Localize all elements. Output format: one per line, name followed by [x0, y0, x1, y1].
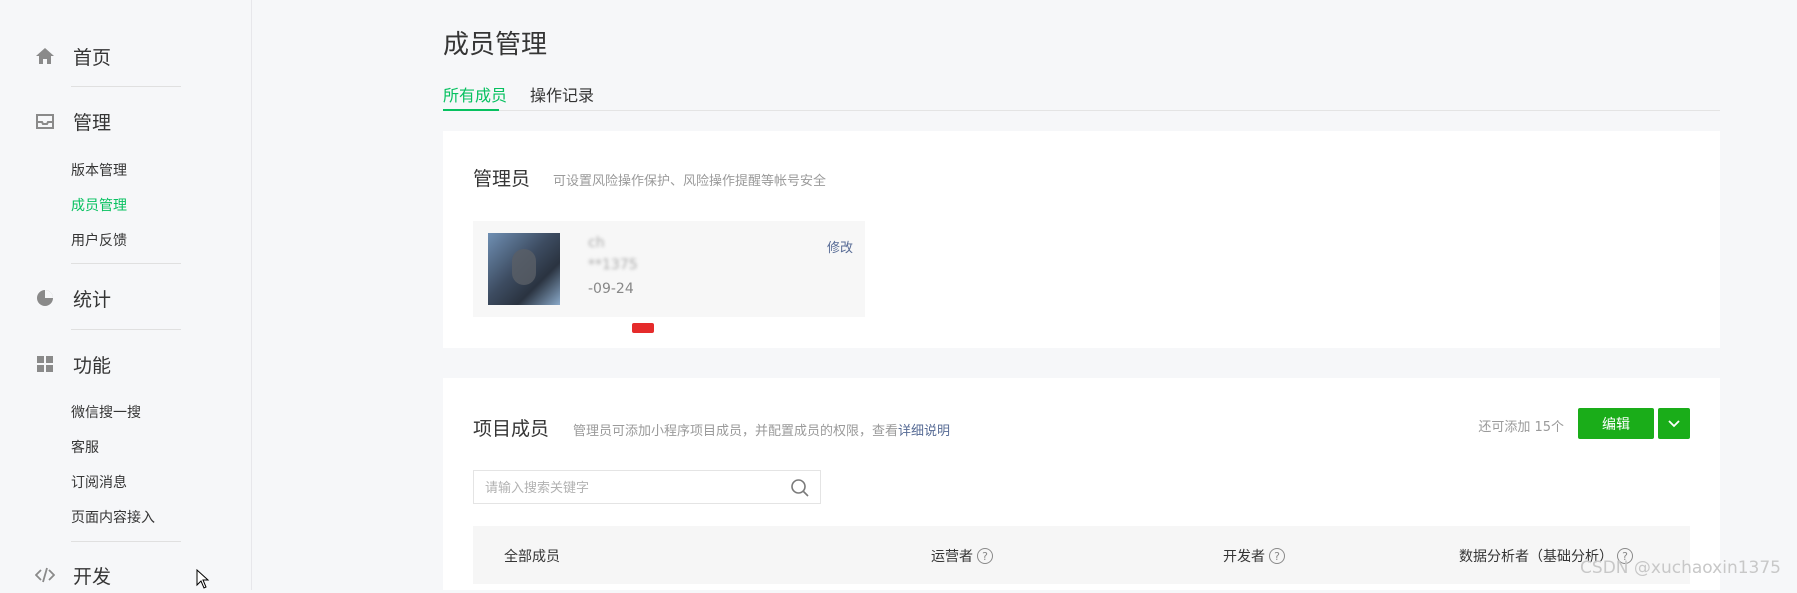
sidebar-item-members[interactable]: 成员管理 [71, 195, 127, 215]
inbox-icon [35, 111, 55, 131]
watermark: CSDN @xuchaoxin1375 [1580, 558, 1781, 578]
admin-info: ch **1375 -09-24 修改 [473, 221, 865, 317]
pie-chart-icon [35, 288, 55, 308]
divider [71, 86, 181, 87]
page-title: 成员管理 [443, 30, 548, 60]
members-heading: 项目成员 [473, 418, 550, 440]
column-label: 全部成员 [504, 549, 560, 565]
divider [71, 263, 181, 264]
admin-wechat-id: **1375 [588, 257, 638, 273]
sidebar-item-manage[interactable]: 管理 [35, 107, 111, 135]
sidebar-item-customer-service[interactable]: 客服 [71, 437, 99, 457]
edit-button[interactable]: 编辑 [1578, 408, 1654, 439]
column-label: 开发者 [1223, 549, 1265, 565]
search-icon[interactable] [790, 478, 810, 498]
column-all-members[interactable]: 全部成员 [504, 546, 560, 566]
sidebar-item-feedback[interactable]: 用户反馈 [71, 230, 127, 250]
admin-edit-link[interactable]: 修改 [827, 237, 853, 256]
tab-all-members[interactable]: 所有成员 [443, 82, 507, 106]
admin-heading: 管理员 [473, 168, 531, 190]
code-icon [35, 565, 55, 585]
column-operator: 运营者? [931, 546, 993, 566]
sidebar-item-home[interactable]: 首页 [35, 42, 111, 70]
sidebar-item-stats[interactable]: 统计 [35, 284, 111, 312]
details-link[interactable]: 详细说明 [898, 424, 950, 439]
sidebar-item-wechat-search[interactable]: 微信搜一搜 [71, 402, 141, 422]
sidebar-item-subscribe[interactable]: 订阅消息 [71, 472, 127, 492]
sidebar-item-label: 管理 [73, 111, 112, 134]
table-header: 全部成员 运营者? 开发者? 数据分析者（基础分析）? [473, 526, 1690, 584]
avatar [488, 233, 560, 305]
divider [71, 541, 181, 542]
sidebar-item-dev[interactable]: 开发 [35, 561, 111, 589]
column-developer: 开发者? [1223, 546, 1285, 566]
active-tab-indicator [443, 109, 499, 111]
sidebar-item-features[interactable]: 功能 [35, 350, 111, 378]
members-description-text: 管理员可添加小程序项目成员，并配置成员的权限，查看 [573, 424, 899, 439]
help-icon[interactable]: ? [1269, 548, 1285, 564]
search-input[interactable] [474, 471, 787, 505]
divider [71, 329, 181, 330]
admin-date: -09-24 [588, 281, 634, 297]
avatar-face [512, 249, 536, 285]
sidebar-item-label: 首页 [73, 46, 112, 69]
search-field[interactable] [473, 470, 821, 505]
column-label: 运营者 [931, 549, 973, 565]
chevron-down-icon [1668, 419, 1680, 427]
sidebar: 首页 管理 版本管理 成员管理 用户反馈 统计 功能 微信搜一搜 客服 订阅消息… [0, 0, 252, 590]
grid-icon [35, 354, 55, 374]
home-icon [35, 46, 55, 66]
sidebar-item-page-content[interactable]: 页面内容接入 [71, 507, 155, 527]
members-description: 管理员可添加小程序项目成员，并配置成员的权限，查看详细说明 [573, 420, 950, 439]
members-card: 项目成员 管理员可添加小程序项目成员，并配置成员的权限，查看详细说明 还可添加 … [443, 378, 1720, 590]
admin-description: 可设置风险操作保护、风险操作提醒等帐号安全 [553, 174, 827, 189]
admin-name: ch [588, 235, 605, 251]
tab-operation-log[interactable]: 操作记录 [530, 82, 594, 106]
mouse-cursor-icon [196, 568, 210, 593]
sidebar-item-label: 开发 [73, 565, 112, 588]
help-icon[interactable]: ? [977, 548, 993, 564]
status-badge [632, 323, 654, 333]
tab-bar: 所有成员 操作记录 [443, 82, 1720, 111]
edit-dropdown-button[interactable] [1658, 408, 1690, 439]
quota-text: 还可添加 15个 [1478, 420, 1564, 435]
sidebar-item-label: 统计 [73, 288, 112, 311]
sidebar-item-label: 功能 [73, 354, 112, 377]
sidebar-item-version[interactable]: 版本管理 [71, 160, 127, 180]
admin-card: 管理员 可设置风险操作保护、风险操作提醒等帐号安全 ch **1375 -09-… [443, 131, 1720, 348]
